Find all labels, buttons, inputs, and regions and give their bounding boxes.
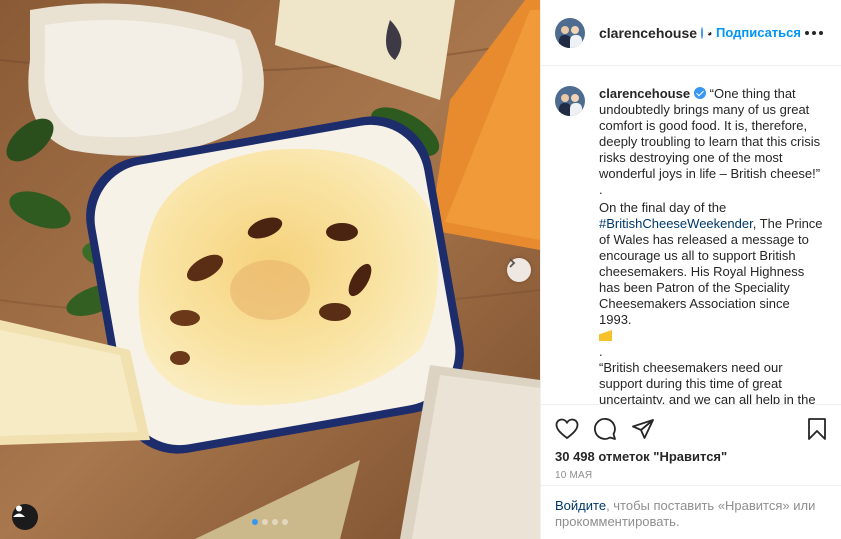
next-photo-button[interactable] xyxy=(507,258,531,282)
like-button[interactable] xyxy=(555,418,579,440)
login-link[interactable]: Войдите xyxy=(555,498,606,513)
username-link[interactable]: clarencehouse xyxy=(599,25,697,41)
cheese-emoji-icon xyxy=(599,330,612,341)
follow-button[interactable]: Подписаться xyxy=(716,25,801,40)
verified-badge-icon xyxy=(701,26,704,39)
post-side-panel: clarencehouse • Подписаться clarencehous… xyxy=(540,0,841,539)
verified-badge-icon xyxy=(694,87,707,99)
tagged-users-button[interactable] xyxy=(12,504,38,530)
caption-area[interactable]: clarencehouse “One thing that undoubtedl… xyxy=(541,66,841,404)
save-button[interactable] xyxy=(807,417,827,441)
post-photo[interactable] xyxy=(0,0,540,539)
carousel-dot xyxy=(272,519,278,525)
carousel-indicator xyxy=(252,519,288,525)
post-date[interactable]: 10 МАЯ xyxy=(555,470,827,481)
carousel-dot xyxy=(262,519,268,525)
caption-body: , The Prince of Wales has released a mes… xyxy=(599,216,823,327)
login-prompt: Войдите, чтобы поставить «Нравится» или … xyxy=(541,485,841,539)
caption-text: clarencehouse “One thing that undoubtedl… xyxy=(599,86,825,404)
carousel-dot xyxy=(252,519,258,525)
caption-intro: On the final day of the xyxy=(599,200,727,215)
post-actions: 30 498 отметок "Нравится" 10 МАЯ xyxy=(541,404,841,494)
bookmark-icon xyxy=(808,418,826,440)
avatar[interactable] xyxy=(555,17,585,48)
caption-quote-2: “British cheesemakers need our support d… xyxy=(599,360,816,404)
carousel-dot xyxy=(282,519,288,525)
more-options-icon[interactable] xyxy=(801,27,827,39)
avatar[interactable] xyxy=(555,86,585,116)
heart-icon xyxy=(555,418,579,440)
caption-dot: . xyxy=(599,344,603,359)
share-icon xyxy=(632,419,654,439)
chevron-right-icon xyxy=(509,258,516,268)
user-tag-icon xyxy=(13,505,25,517)
caption-comment: clarencehouse “One thing that undoubtedl… xyxy=(555,86,827,404)
cheese-board-image xyxy=(0,0,540,539)
share-button[interactable] xyxy=(631,418,655,440)
caption-username[interactable]: clarencehouse xyxy=(599,86,690,101)
comment-icon xyxy=(594,418,616,440)
post-header: clarencehouse • Подписаться xyxy=(541,0,841,66)
hashtag-link[interactable]: #BritishCheeseWeekender xyxy=(599,216,753,231)
comment-button[interactable] xyxy=(593,417,617,441)
caption-dot: . xyxy=(599,182,603,197)
likes-count[interactable]: 30 498 отметок "Нравится" xyxy=(555,449,827,464)
